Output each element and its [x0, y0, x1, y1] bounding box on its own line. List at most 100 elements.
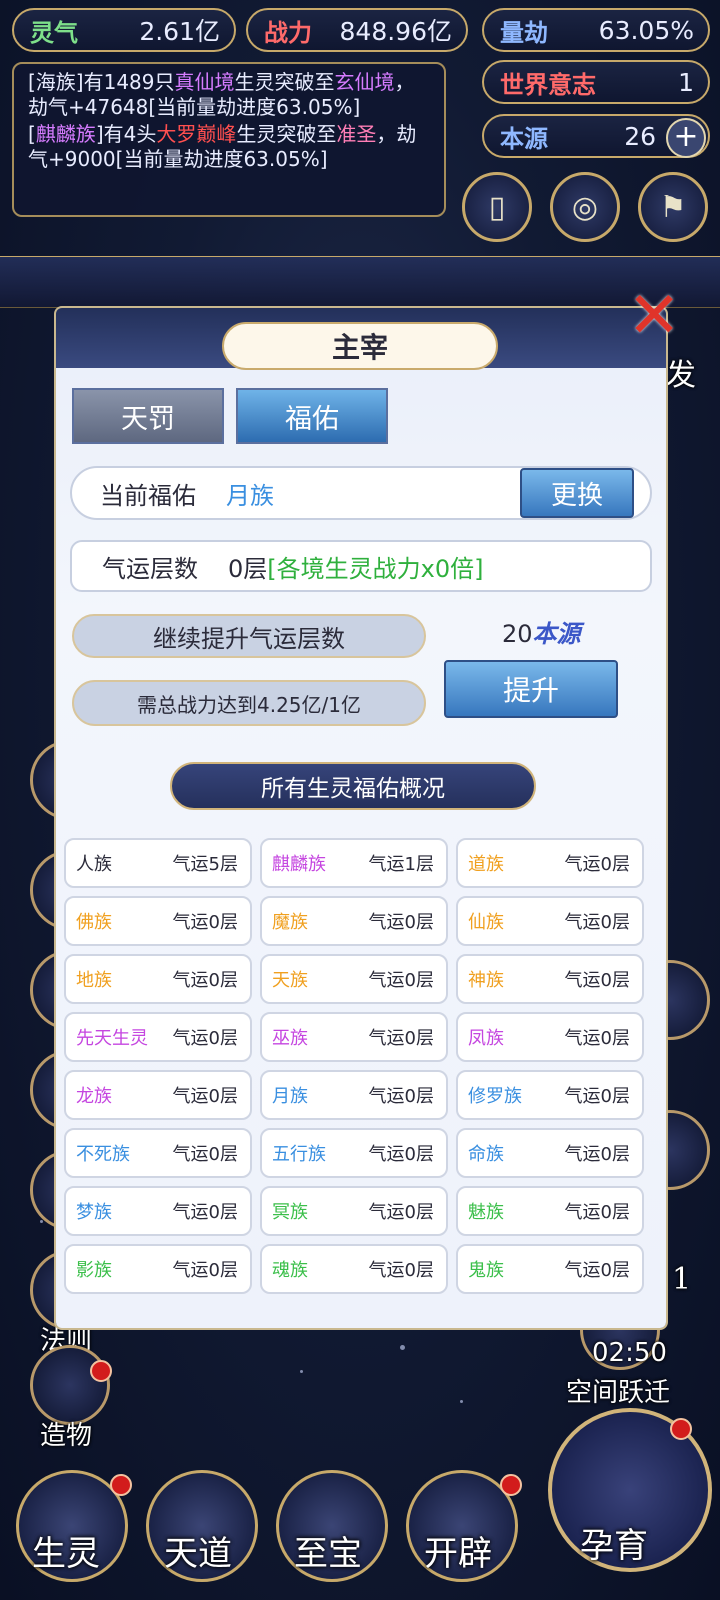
race-level: 气运0层: [368, 1144, 434, 1165]
zhuzai-modal: 主宰 天罚 福佑 当前福佑 月族 更换 气运层数 0层 [各境生灵战力x0倍] …: [56, 308, 666, 1328]
race-cell: 月族 气运0层: [260, 1070, 448, 1120]
race-level: 气运0层: [172, 1086, 238, 1107]
race-cell: 神族 气运0层: [456, 954, 644, 1004]
race-cell: 鬼族 气运0层: [456, 1244, 644, 1294]
message-log: [海族]有1489只真仙境生灵突破至玄仙境，劫气+47648[当前量劫进度63.…: [12, 62, 446, 217]
race-level: 气运0层: [564, 970, 630, 991]
liangjie-value: 63.05%: [598, 15, 694, 45]
lingqi-stat: 灵气 2.61亿: [12, 8, 236, 52]
race-name: 龙族: [76, 1086, 112, 1107]
race-cell: 命族 气运0层: [456, 1128, 644, 1178]
race-cell: 魅族 气运0层: [456, 1186, 644, 1236]
race-level: 气运0层: [368, 1260, 434, 1281]
notification-dot: [500, 1474, 522, 1496]
race-level: 气运0层: [172, 1260, 238, 1281]
nav-kaipi-label: 开辟: [424, 1534, 492, 1574]
race-cell: 凤族 气运0层: [456, 1012, 644, 1062]
zhanli-value: 848.96亿: [339, 17, 452, 46]
continue-upgrade-label: 继续提升气运层数: [72, 614, 426, 658]
zaowu-button[interactable]: [30, 1345, 110, 1425]
race-level: 气运0层: [368, 1202, 434, 1223]
badge-count: 1: [672, 1262, 692, 1297]
close-icon[interactable]: ✕: [624, 284, 684, 348]
race-name: 鬼族: [468, 1260, 504, 1281]
race-name: 巫族: [272, 1028, 308, 1049]
race-level: 气运0层: [368, 1028, 434, 1049]
overview-banner: 所有生灵福佑概况: [170, 762, 536, 810]
race-level: 气运5层: [172, 854, 238, 875]
race-cell: 魔族 气运0层: [260, 896, 448, 946]
log-message: [麒麟族]有4头大罗巅峰生灵突破至准圣，劫气+9000[当前量劫进度63.05%…: [28, 122, 417, 171]
race-level: 气运0层: [564, 912, 630, 933]
fa-label: 发: [666, 358, 696, 393]
current-blessing-label: 当前福佑: [100, 481, 196, 510]
shijie-label: 世界意志: [500, 69, 596, 99]
yunyu-label: 孕育: [580, 1526, 648, 1566]
star: [300, 1370, 303, 1373]
race-name: 仙族: [468, 912, 504, 933]
zhanli-label: 战力: [264, 17, 312, 47]
race-cell: 修罗族 气运0层: [456, 1070, 644, 1120]
current-blessing-value: 月族: [226, 481, 274, 510]
race-name: 人族: [76, 854, 112, 875]
zhanli-stat: 战力 848.96亿: [246, 8, 468, 52]
race-name: 佛族: [76, 912, 112, 933]
requirement-label: 需总战力达到4.25亿/1亿: [72, 680, 426, 726]
tab-tianfa[interactable]: 天罚: [72, 388, 224, 444]
notification-dot: [670, 1418, 692, 1440]
nav-zhibao-label: 至宝: [294, 1534, 362, 1574]
race-cell: 天族 气运0层: [260, 954, 448, 1004]
kongjian-label: 空间跃迁: [566, 1378, 671, 1408]
race-cell: 仙族 气运0层: [456, 896, 644, 946]
star: [400, 1345, 405, 1350]
race-name: 魂族: [272, 1260, 308, 1281]
modal-title: 主宰: [222, 322, 498, 370]
shijie-stat[interactable]: 世界意志 1: [482, 60, 710, 104]
race-name: 神族: [468, 970, 504, 991]
card-icon[interactable]: ▯: [462, 172, 532, 242]
tab-fuyou[interactable]: 福佑: [236, 388, 388, 444]
race-level: 气运0层: [172, 1144, 238, 1165]
race-name: 魅族: [468, 1202, 504, 1223]
race-level: 气运0层: [564, 1028, 630, 1049]
add-benyuan-button[interactable]: +: [666, 118, 706, 158]
race-name: 梦族: [76, 1202, 112, 1223]
star: [40, 1220, 43, 1223]
race-cell: 不死族 气运0层: [64, 1128, 252, 1178]
cost-number: 20: [502, 620, 533, 648]
scroll-icon[interactable]: ⚑: [638, 172, 708, 242]
race-name: 五行族: [272, 1144, 326, 1165]
cost-unit: 本源: [532, 620, 581, 648]
race-cell: 魂族 气运0层: [260, 1244, 448, 1294]
qiyun-value: 0层: [228, 554, 268, 583]
qiyun-label: 气运层数: [102, 554, 198, 583]
race-level: 气运0层: [368, 1086, 434, 1107]
race-cell: 道族 气运0层: [456, 838, 644, 888]
zaowu-label: 造物: [40, 1421, 93, 1451]
race-name: 先天生灵: [76, 1028, 148, 1049]
nav-shengling-label: 生灵: [32, 1534, 100, 1574]
shijie-value: 1: [678, 67, 694, 97]
race-name: 命族: [468, 1144, 504, 1165]
nav-tiandao-label: 天道: [164, 1534, 232, 1574]
race-cell: 梦族 气运0层: [64, 1186, 252, 1236]
race-cell: 五行族 气运0层: [260, 1128, 448, 1178]
race-name: 麒麟族: [272, 854, 326, 875]
race-level: 气运0层: [368, 970, 434, 991]
race-level: 气运1层: [368, 854, 434, 875]
change-button[interactable]: 更换: [520, 468, 634, 518]
race-name: 冥族: [272, 1202, 308, 1223]
race-cell: 冥族 气运0层: [260, 1186, 448, 1236]
liangjie-label: 量劫: [500, 17, 548, 47]
lingqi-value: 2.61亿: [139, 17, 220, 46]
race-cell: 人族 气运5层: [64, 838, 252, 888]
vortex-icon[interactable]: ◎: [550, 172, 620, 242]
race-level: 气运0层: [172, 970, 238, 991]
timer: 02:50: [592, 1338, 667, 1368]
star: [460, 1400, 463, 1403]
race-name: 修罗族: [468, 1086, 522, 1107]
upgrade-button[interactable]: 提升: [444, 660, 618, 718]
race-name: 道族: [468, 854, 504, 875]
race-name: 魔族: [272, 912, 308, 933]
decorative-band: [0, 256, 720, 308]
